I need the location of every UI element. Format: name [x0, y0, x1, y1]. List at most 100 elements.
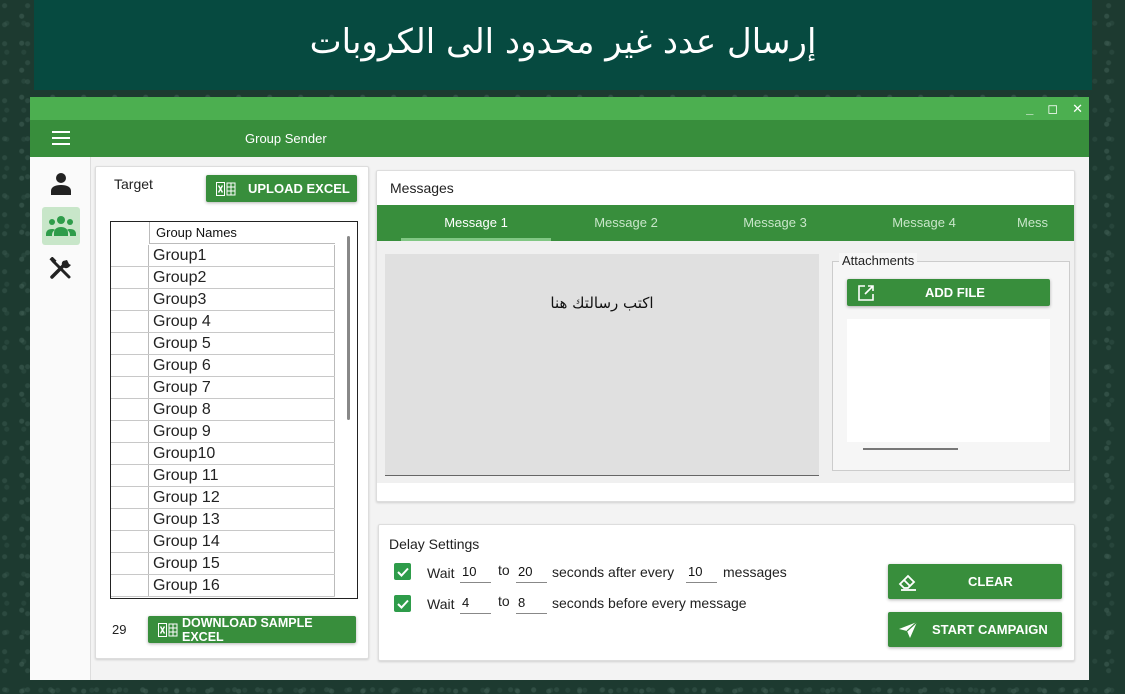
- group-names-table[interactable]: Group Names Group1 Group2 Group3 Group 4 Gro…: [110, 221, 358, 599]
- table-row[interactable]: Group 8: [111, 399, 335, 421]
- download-sample-label: DOWNLOAD SAMPLE EXCEL: [182, 615, 313, 644]
- group-name-cell: Group 15: [149, 553, 335, 574]
- row-index-cell: [111, 289, 149, 310]
- person-icon: [51, 173, 71, 195]
- group-name-cell: Group 5: [149, 333, 335, 354]
- start-campaign-button[interactable]: START CAMPAIGN: [888, 612, 1062, 647]
- sidebar-item-profile[interactable]: [42, 165, 80, 203]
- delay-settings-label: Delay Settings: [389, 536, 480, 552]
- tools-icon: [49, 257, 71, 279]
- row-index-cell: [111, 553, 149, 574]
- start-campaign-label: START CAMPAIGN: [932, 622, 1048, 637]
- messages-panel: Messages Message 1 Message 2 Message 3 M…: [376, 170, 1075, 502]
- banner-title: إرسال عدد غير محدود الى الكروبات: [309, 22, 817, 62]
- table-row[interactable]: Group1: [111, 245, 335, 267]
- table-row[interactable]: Group 4: [111, 311, 335, 333]
- row-index-cell: [111, 531, 149, 552]
- row-index-cell: [111, 421, 149, 442]
- check-icon: [396, 567, 409, 577]
- maximize-button[interactable]: ◻: [1047, 101, 1058, 117]
- tab-message-1[interactable]: Message 1: [401, 205, 551, 241]
- attachments-label: Attachments: [839, 253, 918, 268]
- table-row[interactable]: Group 9: [111, 421, 335, 443]
- row-index-cell: [111, 509, 149, 530]
- delay-row1-after-text: seconds after every: [552, 564, 675, 580]
- group-icon: [46, 216, 76, 236]
- message-placeholder: اكتب رسالتك هنا: [550, 294, 654, 312]
- close-button[interactable]: ✕: [1072, 101, 1083, 117]
- group-name-cell: Group1: [149, 245, 335, 266]
- delay-row1-to-label: to: [498, 562, 510, 578]
- excel-icon: [158, 622, 178, 638]
- group-count: 29: [112, 622, 127, 637]
- delay-row1-every-input[interactable]: 10: [686, 561, 717, 583]
- app-bar: Group Sender: [30, 120, 1089, 157]
- sidebar-item-groups[interactable]: [42, 207, 80, 245]
- delay-row1-checkbox[interactable]: [394, 563, 411, 580]
- target-label: Target: [114, 176, 153, 192]
- eraser-icon: [898, 574, 916, 591]
- clear-button[interactable]: CLEAR: [888, 564, 1062, 599]
- tab-message-3[interactable]: Message 3: [700, 205, 850, 241]
- delay-row2-from-input[interactable]: 4: [460, 592, 491, 614]
- upload-excel-label: UPLOAD EXCEL: [248, 181, 350, 196]
- group-name-cell: Group 12: [149, 487, 335, 508]
- menu-icon[interactable]: [52, 131, 70, 145]
- excel-icon: [216, 181, 236, 197]
- group-name-cell: Group 7: [149, 377, 335, 398]
- delay-row1-from-input[interactable]: 10: [460, 561, 491, 583]
- tab-message-5[interactable]: Mess: [1017, 205, 1074, 241]
- group-rows: Group1 Group2 Group3 Group 4 Group 5 Group 6G…: [111, 245, 335, 597]
- app-window: _ ◻ ✕ Group Sender Target UPLOAD EXCEL G…: [30, 97, 1089, 680]
- sidebar-item-tools[interactable]: [42, 250, 80, 288]
- row-index-cell: [111, 377, 149, 398]
- message-textarea[interactable]: اكتب رسالتك هنا: [385, 254, 819, 476]
- banner: إرسال عدد غير محدود الى الكروبات: [34, 0, 1092, 90]
- attachments-list[interactable]: [847, 319, 1050, 442]
- attachments-group: Attachments ADD FILE: [832, 253, 1070, 471]
- group-name-cell: Group 8: [149, 399, 335, 420]
- group-names-header: Group Names: [149, 222, 335, 244]
- row-index-cell: [111, 311, 149, 332]
- row-index-cell: [111, 333, 149, 354]
- row-index-cell: [111, 465, 149, 486]
- row-index-cell: [111, 443, 149, 464]
- row-index-cell: [111, 487, 149, 508]
- table-row[interactable]: Group3: [111, 289, 335, 311]
- table-row[interactable]: Group 14: [111, 531, 335, 553]
- table-row[interactable]: Group 12: [111, 487, 335, 509]
- tab-message-4[interactable]: Message 4: [849, 205, 999, 241]
- table-row[interactable]: Group 16: [111, 575, 335, 597]
- table-row[interactable]: Group 6: [111, 355, 335, 377]
- app-title: Group Sender: [245, 131, 327, 146]
- download-sample-excel-button[interactable]: DOWNLOAD SAMPLE EXCEL: [148, 615, 356, 644]
- table-row[interactable]: Group 13: [111, 509, 335, 531]
- group-name-cell: Group2: [149, 267, 335, 288]
- delay-row1-to-input[interactable]: 20: [516, 561, 547, 583]
- delay-row2-to-input[interactable]: 8: [516, 592, 547, 614]
- delay-row1-unit: messages: [723, 564, 787, 580]
- delay-row2-checkbox[interactable]: [394, 595, 411, 612]
- table-row[interactable]: Group 7: [111, 377, 335, 399]
- group-name-cell: Group 14: [149, 531, 335, 552]
- clear-label: CLEAR: [968, 574, 1013, 589]
- delay-row2-after-text: seconds before every message: [552, 595, 747, 611]
- table-row[interactable]: Group 11: [111, 465, 335, 487]
- row-index-cell: [111, 267, 149, 288]
- target-panel: Target UPLOAD EXCEL Group Names Group1 Gr…: [95, 166, 369, 659]
- add-file-button[interactable]: ADD FILE: [847, 279, 1050, 306]
- row-index-cell: [111, 245, 149, 266]
- table-scrollbar[interactable]: [347, 236, 350, 420]
- delay-row1-wait: Wait: [427, 565, 455, 581]
- row-index-cell: [111, 399, 149, 420]
- table-row[interactable]: Group10: [111, 443, 335, 465]
- table-row[interactable]: Group 5: [111, 333, 335, 355]
- delay-settings-panel: Delay Settings Wait 10 to 20 seconds aft…: [378, 524, 1075, 661]
- upload-excel-button[interactable]: UPLOAD EXCEL: [206, 175, 357, 202]
- attachments-scrollbar[interactable]: [863, 448, 958, 450]
- table-row[interactable]: Group2: [111, 267, 335, 289]
- tab-message-2[interactable]: Message 2: [551, 205, 701, 241]
- minimize-button[interactable]: _: [1026, 101, 1033, 116]
- row-index-cell: [111, 355, 149, 376]
- table-row[interactable]: Group 15: [111, 553, 335, 575]
